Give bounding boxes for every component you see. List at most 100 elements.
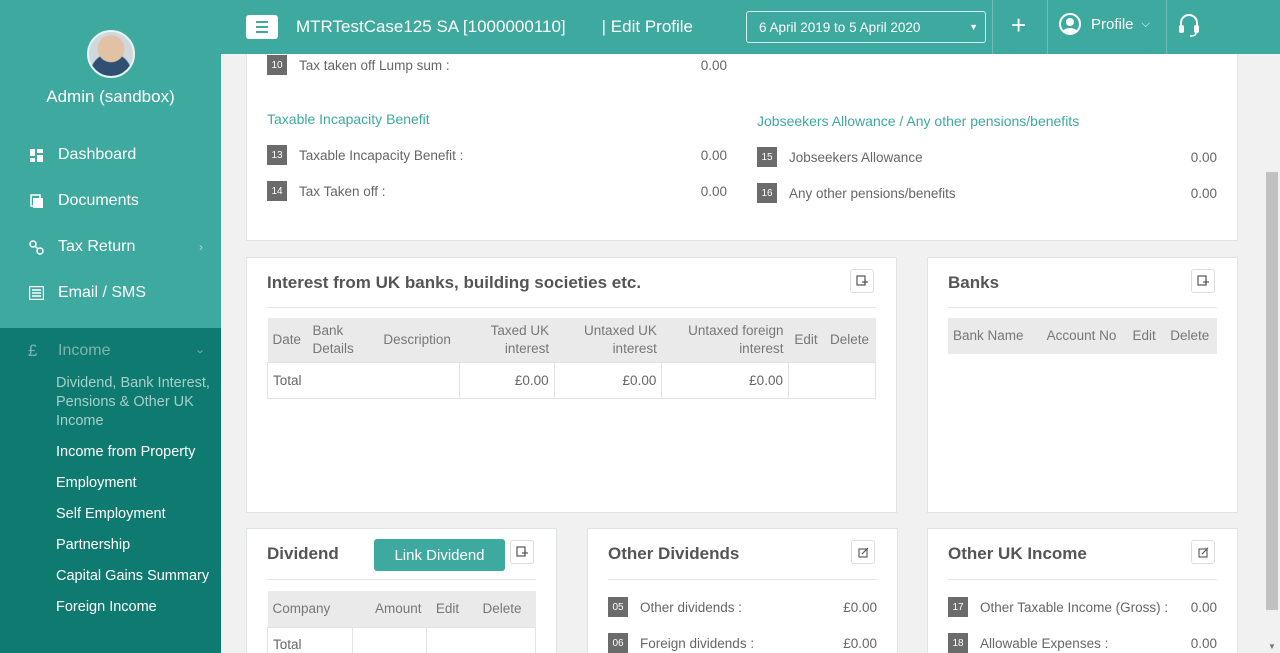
total-label: Total (267, 626, 353, 653)
column-header: Taxed UK interest (459, 318, 555, 363)
box-number: 14 (267, 181, 287, 201)
column-header: Delete (823, 318, 876, 363)
menu-toggle-button[interactable] (246, 15, 278, 39)
divider (948, 307, 1217, 308)
edit-other-uk-income-button[interactable] (1191, 540, 1215, 564)
caret-down-icon: ▼ (969, 22, 978, 32)
jobseekers-title: Jobseekers Allowance / Any other pension… (757, 113, 1080, 129)
field-value: 0.00 (1190, 185, 1217, 201)
incapacity-benefit-title: Taxable Incapacity Benefit (267, 111, 430, 127)
email-icon (28, 285, 44, 301)
benefit-row: 10 Tax taken off Lump sum : 0.00 (267, 55, 727, 75)
sidebar-item-email-sms[interactable]: Email / SMS (0, 270, 221, 316)
field-value: £0.00 (843, 635, 877, 651)
link-dividend-button[interactable]: Link Dividend (374, 539, 505, 571)
income-submenu: Dividend, Bank Interest, Pensions & Othe… (0, 374, 221, 617)
add-record-icon (1197, 275, 1209, 286)
benefit-row: 13 Taxable Incapacity Benefit : 0.00 (267, 145, 727, 165)
field-label: Jobseekers Allowance (789, 149, 923, 165)
divider (267, 307, 876, 308)
submenu-self-employment[interactable]: Self Employment (56, 505, 215, 524)
field-value: 0.00 (700, 57, 727, 73)
edit-icon (857, 547, 868, 558)
dividend-table: Company Amount Edit Delete Total (267, 591, 536, 653)
dividend-row: 05 Other dividends : £0.00 (608, 597, 877, 617)
headset-icon[interactable] (1178, 13, 1200, 37)
column-header: Bank Name (948, 318, 1038, 354)
top-bar: MTRTestCase125 SA [1000000110] | Edit Pr… (221, 0, 1280, 54)
page-scrollbar[interactable]: ▼ (1264, 54, 1280, 653)
divider (267, 579, 536, 580)
field-value: 0.00 (700, 183, 727, 199)
card-title: Other Dividends (608, 544, 740, 563)
avatar[interactable] (86, 30, 135, 78)
field-value: 0.00 (1190, 599, 1217, 615)
other-dividends-card: Other Dividends 05 Other dividends : £0.… (587, 528, 898, 653)
field-label: Other dividends : (640, 599, 743, 615)
column-header: Date (267, 318, 308, 363)
column-header: Edit (1125, 318, 1163, 354)
table-row: Total (267, 626, 536, 653)
field-value: 0.00 (700, 147, 727, 163)
sidebar-item-label: Income (58, 342, 111, 359)
edit-other-dividends-button[interactable] (851, 540, 875, 564)
add-dividend-button[interactable] (510, 540, 534, 564)
hamburger-icon (256, 21, 268, 23)
total-untaxed-uk: £0.00 (553, 362, 663, 399)
income-row: 17 Other Taxable Income (Gross) : 0.00 (948, 597, 1217, 617)
submenu-employment[interactable]: Employment (56, 474, 215, 493)
tax-period-select[interactable]: 6 April 2019 to 5 April 2020 ▼ (746, 11, 986, 43)
sidebar-profile: Admin (sandbox) (0, 0, 221, 132)
user-name: Admin (sandbox) (46, 87, 175, 106)
field-label: Other Taxable Income (Gross) : (980, 599, 1169, 615)
add-icon[interactable]: + (1011, 12, 1026, 38)
sidebar-income-section: £ Income › Dividend, Bank Interest, Pens… (0, 328, 221, 653)
profile-menu[interactable]: Profile ⌵ (1059, 13, 1150, 35)
column-header: Account No (1037, 318, 1126, 354)
card-title: Dividend (267, 544, 339, 563)
column-header: Company (267, 591, 353, 627)
sidebar-item-dashboard[interactable]: Dashboard (0, 132, 221, 178)
field-label: Tax Taken off : (299, 183, 386, 199)
field-label: Tax taken off Lump sum : (299, 57, 450, 73)
submenu-dividend-bank-interest[interactable]: Dividend, Bank Interest, Pensions & Othe… (56, 374, 215, 431)
scrollbar-thumb[interactable] (1266, 172, 1278, 610)
header-divider (1166, 0, 1167, 54)
banks-table: Bank Name Account No Edit Delete (948, 318, 1217, 354)
field-value: 0.00 (1190, 635, 1217, 651)
benefit-row: 16 Any other pensions/benefits 0.00 (757, 183, 1217, 203)
banks-card: Banks Bank Name Account No Edit Delete (927, 257, 1238, 513)
box-number: 16 (757, 183, 777, 203)
submenu-income-from-property[interactable]: Income from Property (56, 443, 215, 462)
column-header: Edit (788, 318, 824, 363)
column-header: Untaxed foreign interest (661, 318, 789, 363)
chevron-right-icon: › (199, 240, 203, 254)
add-interest-button[interactable] (850, 269, 874, 293)
box-number: 13 (267, 145, 287, 165)
add-bank-button[interactable] (1191, 269, 1215, 293)
dividend-card: Dividend Link Dividend Company Amount Ed… (246, 528, 557, 653)
box-number: 17 (948, 597, 968, 617)
card-title: Other UK Income (948, 544, 1087, 563)
sidebar-item-tax-return[interactable]: Tax Return › (0, 224, 221, 270)
submenu-partnership[interactable]: Partnership (56, 536, 215, 555)
documents-icon (28, 193, 44, 209)
field-label: Foreign dividends : (640, 635, 755, 651)
submenu-foreign-income[interactable]: Foreign Income (56, 598, 215, 617)
table-cell (352, 626, 427, 653)
scroll-down-arrow-icon[interactable]: ▼ (1268, 642, 1276, 651)
profile-label: Profile (1091, 15, 1134, 33)
submenu-capital-gains-summary[interactable]: Capital Gains Summary (56, 567, 215, 586)
interest-card: Interest from UK banks, building societi… (246, 257, 897, 513)
benefit-row: 15 Jobseekers Allowance 0.00 (757, 147, 1217, 167)
total-label: Total (267, 362, 460, 399)
chevron-down-icon: ⌵ (1141, 17, 1150, 30)
header-divider (992, 0, 993, 54)
sidebar-item-documents[interactable]: Documents (0, 178, 221, 224)
sidebar-item-income[interactable]: £ Income › (0, 328, 221, 374)
card-title: Interest from UK banks, building societi… (267, 273, 642, 292)
sidebar-item-label: Email / SMS (58, 284, 147, 301)
benefits-card: 10 Tax taken off Lump sum : 0.00 Taxable… (246, 54, 1238, 241)
income-row: 18 Allowable Expenses : 0.00 (948, 633, 1217, 653)
interest-table: Date Bank Details Description Taxed UK i… (267, 318, 877, 399)
